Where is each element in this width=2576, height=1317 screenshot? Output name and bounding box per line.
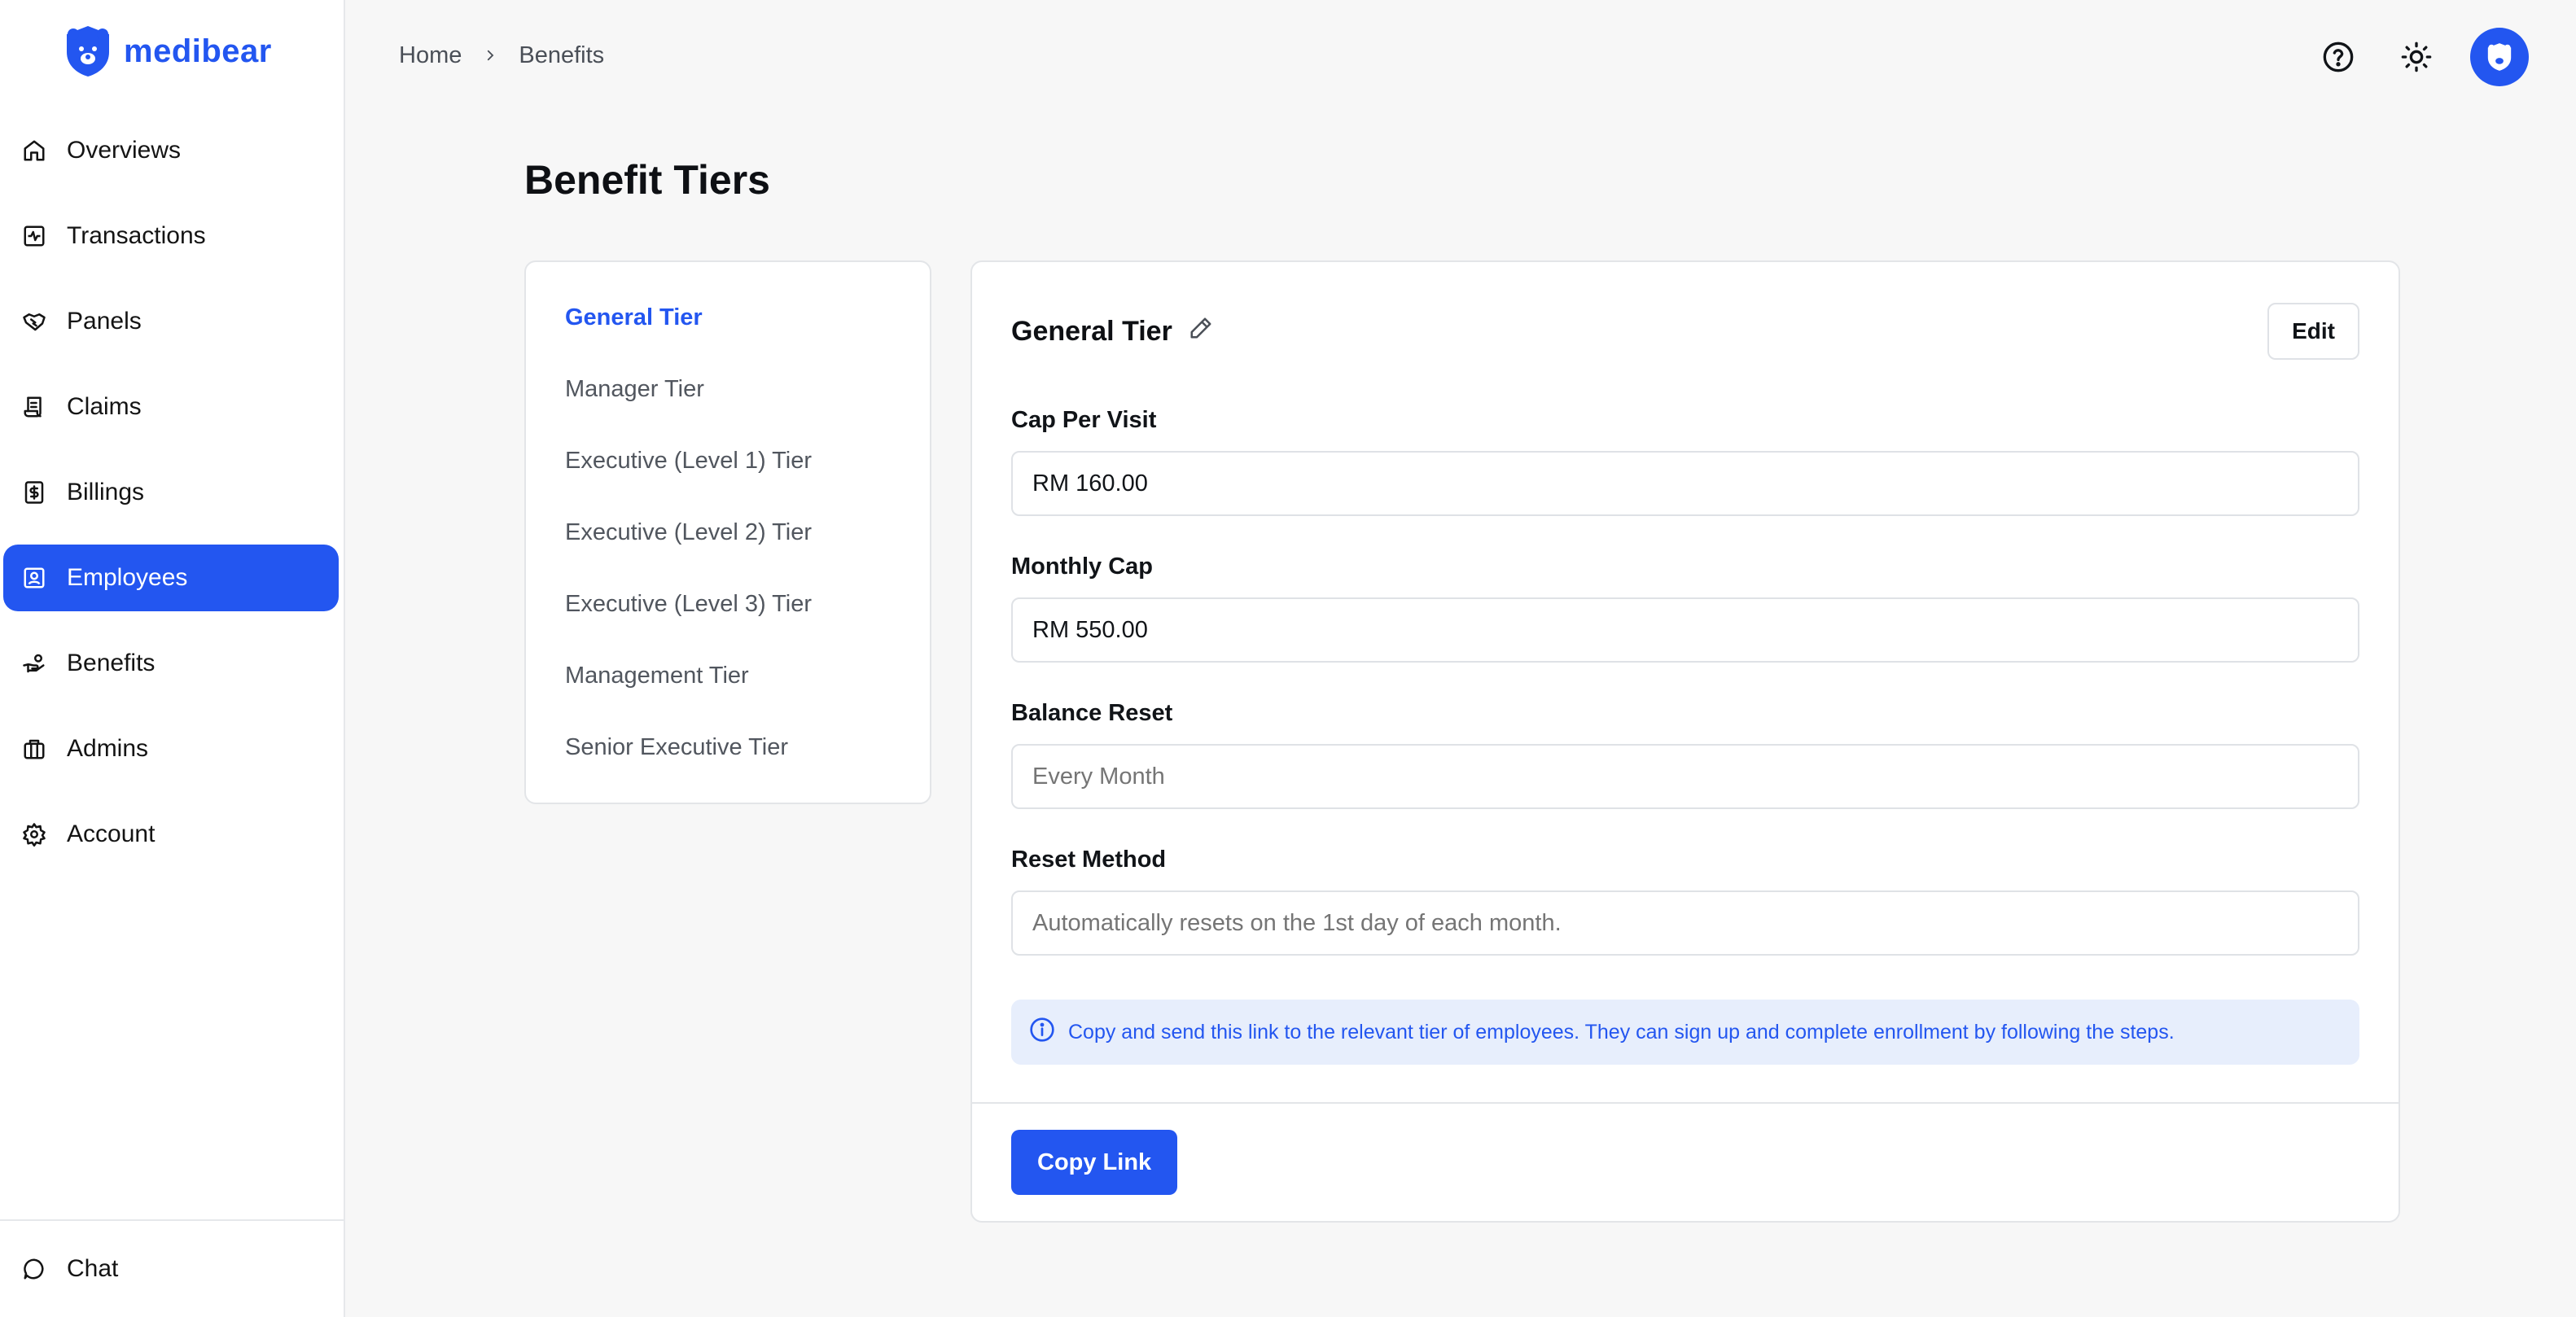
theme-toggle-button[interactable] [2392, 33, 2441, 81]
sidebar-item-employees[interactable]: Employees [3, 545, 339, 611]
balance-reset-label: Balance Reset [1011, 700, 1173, 726]
sidebar-item-label: Billings [67, 479, 145, 505]
page-title: Benefit Tiers [524, 157, 770, 203]
tier-item-senior-executive[interactable]: Senior Executive Tier [526, 729, 930, 801]
tier-item-manager[interactable]: Manager Tier [526, 371, 930, 443]
sun-icon [2401, 42, 2432, 72]
tier-item-executive-level-3[interactable]: Executive (Level 3) Tier [526, 586, 930, 658]
help-circle-icon [2323, 42, 2354, 72]
bear-shield-logo-icon [67, 26, 109, 77]
monthly-cap-input[interactable] [1011, 597, 2359, 663]
pencil-icon[interactable] [1189, 316, 1213, 348]
cap-per-visit-input[interactable] [1011, 451, 2359, 516]
dollar-receipt-icon [21, 479, 47, 505]
balance-reset-input[interactable] [1011, 744, 2359, 809]
brand-logo[interactable]: medibear [64, 24, 272, 78]
sidebar-item-label: Employees [67, 564, 188, 591]
user-avatar[interactable] [2470, 28, 2529, 86]
sidebar: medibear Overviews Transactions Panels C… [0, 0, 345, 1317]
sidebar-item-overviews[interactable]: Overviews [3, 117, 339, 184]
breadcrumb: Home Benefits [399, 42, 604, 69]
hand-coins-icon [21, 650, 47, 676]
tier-item-executive-level-2[interactable]: Executive (Level 2) Tier [526, 514, 930, 586]
info-banner: Copy and send this link to the relevant … [1011, 1000, 2359, 1065]
monthly-cap-field: Monthly Cap [1011, 553, 2359, 663]
handshake-icon [21, 308, 47, 335]
edit-button[interactable]: Edit [2267, 303, 2359, 360]
sidebar-item-label: Chat [67, 1255, 119, 1282]
sidebar-item-label: Benefits [67, 650, 156, 676]
activity-icon [21, 223, 47, 249]
avatar-bear-icon [2487, 43, 2512, 71]
monthly-cap-label: Monthly Cap [1011, 553, 1153, 580]
brand-name: medibear [124, 33, 272, 69]
tier-list: General Tier Manager Tier Executive (Lev… [524, 260, 931, 804]
copy-link-button[interactable]: Copy Link [1011, 1130, 1178, 1195]
sidebar-nav: Overviews Transactions Panels Claims Bil… [3, 117, 339, 886]
sidebar-item-label: Admins [67, 735, 149, 762]
sidebar-item-label: Panels [67, 308, 142, 335]
briefcase-icon [21, 736, 47, 762]
gear-icon [21, 821, 47, 847]
breadcrumb-home[interactable]: Home [399, 42, 462, 69]
cap-per-visit-label: Cap Per Visit [1011, 407, 1157, 433]
tier-detail-card: General Tier Edit Cap Per Visit Monthly … [970, 260, 2400, 1223]
home-icon [21, 138, 47, 164]
balance-reset-field: Balance Reset [1011, 700, 2359, 809]
sidebar-item-admins[interactable]: Admins [3, 715, 339, 782]
card-header: General Tier Edit [1011, 303, 2359, 360]
tier-item-management[interactable]: Management Tier [526, 658, 930, 729]
sidebar-item-benefits[interactable]: Benefits [3, 630, 339, 697]
sidebar-footer: Chat [0, 1219, 344, 1317]
info-icon [1029, 1017, 1055, 1048]
sidebar-item-billings[interactable]: Billings [3, 459, 339, 526]
sidebar-item-label: Transactions [67, 222, 206, 249]
card-divider [972, 1102, 2399, 1104]
sidebar-item-transactions[interactable]: Transactions [3, 203, 339, 269]
scroll-icon [21, 394, 47, 420]
tier-title: General Tier [1011, 316, 1213, 348]
chat-bubble-icon [21, 1256, 47, 1282]
sidebar-item-account[interactable]: Account [3, 801, 339, 868]
sidebar-item-panels[interactable]: Panels [3, 288, 339, 355]
tier-title-text: General Tier [1011, 315, 1172, 347]
sidebar-item-label: Account [67, 820, 156, 847]
chevron-right-icon [483, 42, 497, 69]
sidebar-item-chat[interactable]: Chat [3, 1236, 339, 1302]
tier-item-general[interactable]: General Tier [526, 300, 930, 371]
help-button[interactable] [2314, 33, 2363, 81]
breadcrumb-current: Benefits [519, 42, 605, 68]
reset-method-field: Reset Method [1011, 847, 2359, 956]
reset-method-label: Reset Method [1011, 847, 1167, 873]
cap-per-visit-field: Cap Per Visit [1011, 407, 2359, 516]
sidebar-item-label: Claims [67, 393, 142, 420]
info-text: Copy and send this link to the relevant … [1068, 1020, 2175, 1044]
sidebar-item-label: Overviews [67, 137, 182, 164]
sidebar-item-claims[interactable]: Claims [3, 374, 339, 440]
reset-method-input[interactable] [1011, 890, 2359, 956]
header-actions [2314, 28, 2529, 86]
tier-item-executive-level-1[interactable]: Executive (Level 1) Tier [526, 443, 930, 514]
contact-badge-icon [21, 565, 47, 591]
